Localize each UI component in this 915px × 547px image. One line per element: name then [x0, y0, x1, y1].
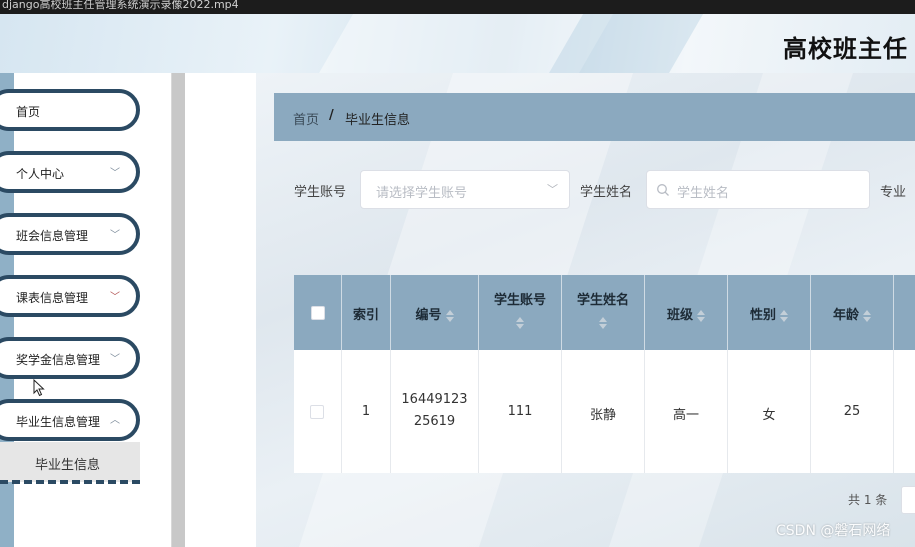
column-header-label: 索引 [352, 308, 379, 323]
table-header: 索引 编号 学生账号 学生姓名 班级 性别 年龄 [294, 275, 915, 350]
table-cell-age: 25 [811, 350, 894, 473]
sidebar-item-label: 奖学金信息管理 [16, 353, 101, 367]
site-title: 高校班主任 [783, 35, 908, 63]
cell-text: 张静 [589, 408, 616, 423]
table-cell-gender: 女 [728, 350, 811, 473]
graduate-table: 索引 编号 学生账号 学生姓名 班级 性别 年龄 1 16449123 2561… [294, 275, 915, 473]
sidebar-subitem-label: 毕业生信息 [35, 458, 101, 473]
search-icon [657, 184, 669, 196]
sort-icon[interactable] [516, 316, 524, 329]
page-size-select[interactable] [901, 486, 915, 514]
watermark: CSDN @磐石网络 [776, 523, 891, 539]
mouse-cursor-icon [33, 379, 45, 397]
row-checkbox[interactable] [310, 405, 324, 419]
cell-text: 1 [361, 404, 371, 419]
column-header-label: 编号 [415, 308, 442, 323]
table-cell-class: 高一 [645, 350, 728, 473]
submenu-divider [0, 480, 140, 484]
sidebar-item-class-meeting[interactable]: 班会信息管理 ﹀ [0, 213, 140, 255]
column-header-index: 索引 [342, 275, 391, 350]
window-title: django高校班主任管理系统演示录像2022.mp4 [2, 0, 239, 11]
sidebar-item-personal-center[interactable]: 个人中心 ﹀ [0, 151, 140, 193]
select-all-checkbox[interactable] [311, 306, 325, 320]
input-placeholder: 学生姓名 [677, 186, 730, 201]
column-header-label: 班级 [666, 308, 693, 323]
sort-icon[interactable] [780, 309, 788, 322]
chevron-down-icon: ﹀ [547, 183, 558, 196]
column-header-gender[interactable]: 性别 [728, 275, 811, 350]
student-account-label: 学生账号 [294, 185, 347, 200]
breadcrumb: 首页 / 毕业生信息 [274, 93, 915, 141]
cell-text: 111 [507, 404, 533, 419]
app-header: 高校班主任 [0, 14, 915, 73]
chevron-down-icon: ﹀ [110, 354, 120, 365]
column-header-label: 性别 [749, 308, 776, 323]
select-placeholder: 请选择学生账号 [376, 186, 468, 201]
sidebar-subitem-graduate-info[interactable]: 毕业生信息 [0, 442, 140, 482]
chevron-down-icon: ﹀ [110, 230, 120, 241]
cell-text: 高一 [672, 408, 699, 423]
table-cell-account: 111 [479, 350, 562, 473]
sidebar-item-label: 课表信息管理 [16, 291, 89, 305]
sidebar-item-label: 个人中心 [16, 167, 65, 181]
sidebar-item-label: 毕业生信息管理 [16, 415, 101, 429]
column-header-age[interactable]: 年龄 [811, 275, 894, 350]
sort-icon[interactable] [445, 309, 454, 322]
sidebar-item-label: 首页 [16, 105, 41, 119]
sidebar-scrollbar[interactable] [171, 73, 185, 547]
cell-text: 25 [843, 404, 861, 419]
column-header-label: 学生账号 [493, 293, 546, 308]
sort-icon[interactable] [599, 316, 607, 329]
sort-icon[interactable] [697, 309, 705, 322]
chevron-down-icon: ﹀ [110, 292, 120, 303]
sidebar-item-label: 班会信息管理 [16, 229, 89, 243]
column-header-select [294, 275, 342, 350]
cell-text: 25619 [413, 414, 456, 429]
sort-icon[interactable] [863, 309, 871, 322]
sidebar-item-graduate[interactable]: 毕业生信息管理 ﹀ [0, 399, 140, 441]
cell-text: 16449123 [401, 392, 468, 407]
chevron-down-icon: ﹀ [110, 412, 120, 423]
table-cell-id: 16449123 25619 [391, 350, 479, 473]
student-name-label: 学生姓名 [580, 185, 633, 200]
sidebar-item-schedule[interactable]: 课表信息管理 ﹀ [0, 275, 140, 317]
major-label: 专业 [880, 185, 907, 200]
table-cell-name: 张静 [562, 350, 645, 473]
cell-text: 女 [762, 408, 776, 423]
student-account-select[interactable]: 请选择学生账号 ﹀ [360, 170, 570, 209]
sidebar-item-scholarship[interactable]: 奖学金信息管理 ﹀ [0, 337, 140, 379]
table-cell-index: 1 [342, 350, 391, 473]
column-header-class[interactable]: 班级 [645, 275, 728, 350]
column-header-label: 学生姓名 [576, 293, 629, 308]
column-header-account[interactable]: 学生账号 [479, 275, 562, 350]
main-content: 首页 / 毕业生信息 学生账号 请选择学生账号 ﹀ 学生姓名 学生姓名 专业 索… [256, 73, 915, 547]
breadcrumb-separator: / [329, 108, 334, 123]
sidebar-item-home[interactable]: 首页 [0, 89, 140, 131]
chevron-down-icon: ﹀ [110, 168, 120, 179]
sidebar: 首页 个人中心 ﹀ 班会信息管理 ﹀ 课表信息管理 ﹀ 奖学金信息管理 ﹀ 毕业… [0, 73, 185, 547]
window-title-bar: django高校班主任管理系统演示录像2022.mp4 [0, 0, 915, 14]
breadcrumb-current: 毕业生信息 [345, 113, 411, 128]
column-header-id[interactable]: 编号 [391, 275, 479, 350]
table-cell-select [294, 350, 342, 473]
student-name-input[interactable]: 学生姓名 [646, 170, 870, 209]
column-header-name[interactable]: 学生姓名 [562, 275, 645, 350]
breadcrumb-home-link[interactable]: 首页 [293, 109, 319, 128]
column-header-label: 年龄 [832, 308, 859, 323]
pagination-total: 共 1 条 [848, 493, 888, 507]
